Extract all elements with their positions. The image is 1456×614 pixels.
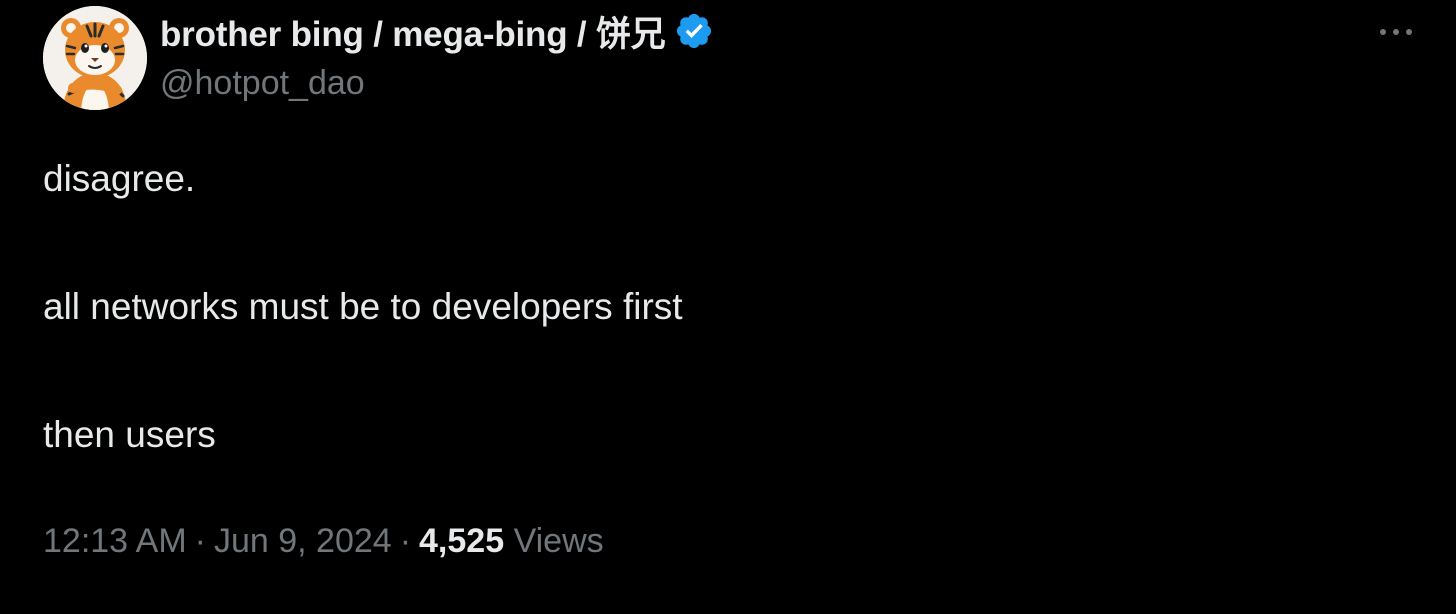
author-header: brother bing / mega-bing / 饼兄 @hotpot_da…	[160, 8, 1260, 103]
tweet-card: brother bing / mega-bing / 饼兄 @hotpot_da…	[0, 0, 1456, 614]
tiger-avatar-icon	[43, 6, 147, 110]
author-display-name[interactable]: brother bing / mega-bing / 饼兄	[160, 6, 666, 57]
tweet-text-line: disagree.	[43, 158, 196, 199]
verified-badge-icon[interactable]	[674, 11, 714, 51]
tweet-text-line: all networks must be to developers first	[43, 286, 683, 327]
avatar[interactable]	[43, 6, 147, 110]
more-options-icon[interactable]	[1376, 18, 1416, 46]
tweet-metadata: 12:13 AM · Jun 9, 2024 · 4,525 Views	[43, 522, 604, 561]
separator: ·	[399, 522, 412, 560]
tweet-text-line: then users	[43, 414, 216, 455]
tweet-timestamp[interactable]: 12:13 AM · Jun 9, 2024	[43, 522, 392, 560]
name-row: brother bing / mega-bing / 饼兄	[160, 8, 1260, 54]
views-count[interactable]: 4,525	[419, 522, 504, 560]
tweet-text: disagree. all networks must be to develo…	[43, 158, 1343, 456]
author-handle[interactable]: @hotpot_dao	[160, 64, 1260, 103]
tweet-time: 12:13 AM	[43, 522, 187, 560]
views-label: Views	[513, 522, 604, 560]
tweet-date: Jun 9, 2024	[213, 522, 392, 560]
separator: ·	[194, 522, 206, 560]
